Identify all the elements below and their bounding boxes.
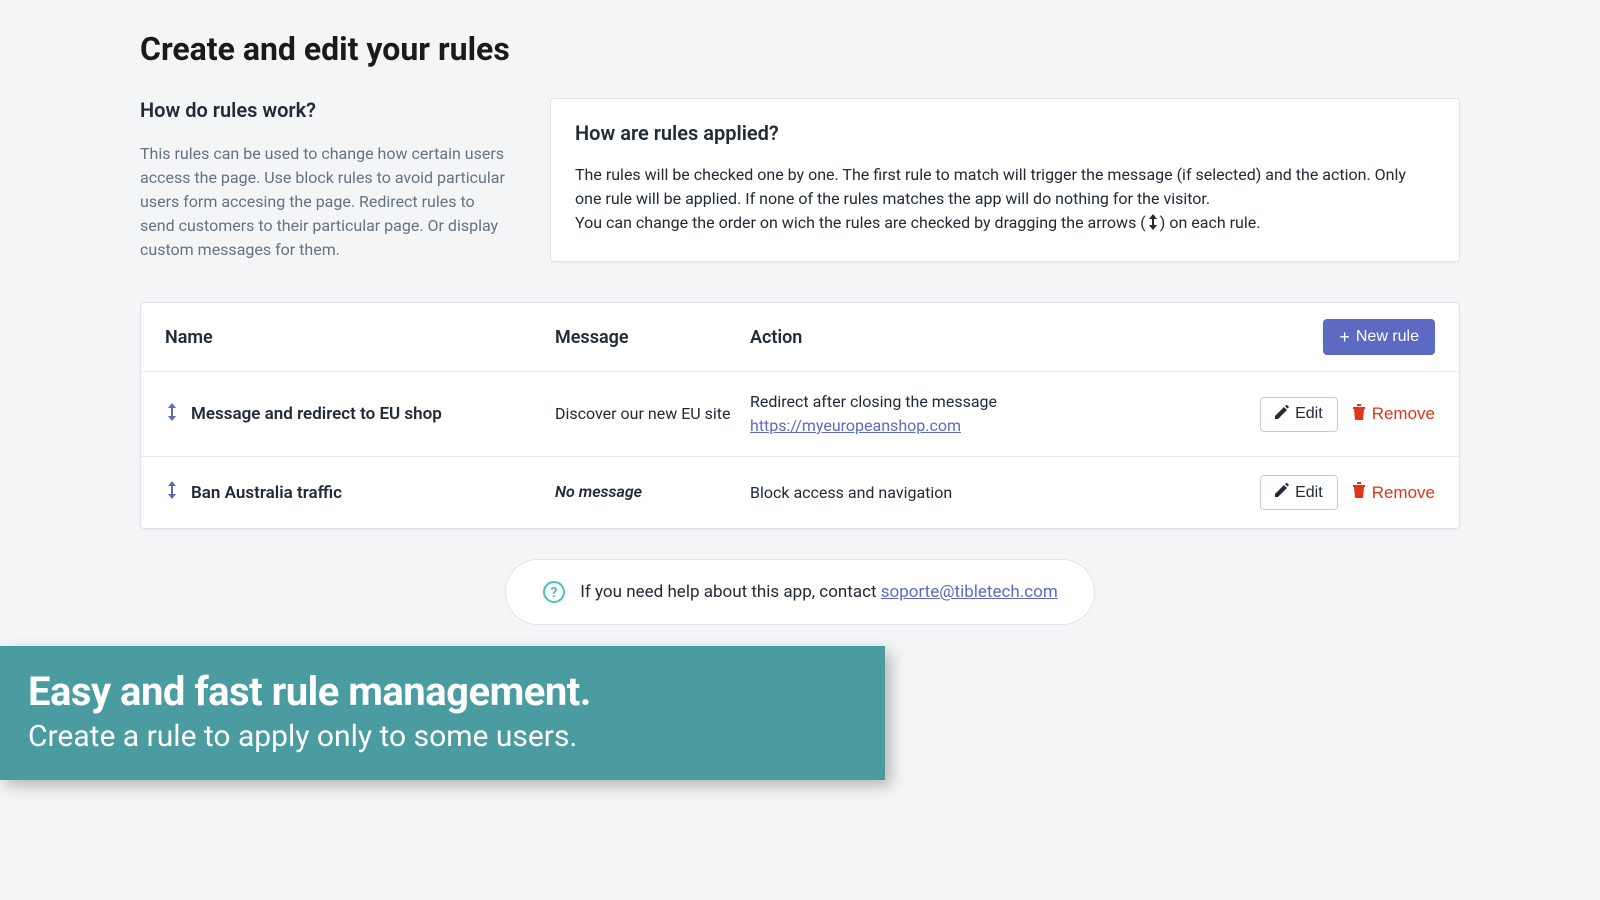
- plus-icon: +: [1339, 328, 1350, 346]
- remove-button[interactable]: Remove: [1352, 482, 1435, 503]
- col-header-name: Name: [165, 327, 555, 348]
- rule-message: Discover our new EU site: [555, 403, 750, 425]
- help-question-icon: ?: [542, 580, 566, 604]
- trash-icon: [1352, 482, 1366, 503]
- rules-table: Name Message Action + New rule Message a…: [140, 302, 1460, 529]
- rule-action: Block access and navigation: [750, 481, 1260, 505]
- table-header-row: Name Message Action + New rule: [141, 303, 1459, 372]
- banner-title: Easy and fast rule management.: [28, 668, 857, 715]
- col-header-message: Message: [555, 327, 750, 348]
- rule-action: Redirect after closing the message https…: [750, 390, 1260, 438]
- help-pill: ? If you need help about this app, conta…: [505, 559, 1094, 625]
- trash-icon: [1352, 404, 1366, 425]
- help-text: If you need help about this app, contact: [580, 582, 881, 602]
- info-left-body: This rules can be used to change how cer…: [140, 142, 510, 262]
- rule-message: No message: [555, 481, 750, 503]
- banner-subtitle: Create a rule to apply only to some user…: [28, 719, 857, 754]
- info-card-body1: The rules will be checked one by one. Th…: [575, 163, 1435, 211]
- info-card: How are rules applied? The rules will be…: [550, 98, 1460, 262]
- edit-button[interactable]: Edit: [1260, 397, 1338, 432]
- svg-text:?: ?: [551, 585, 558, 601]
- rule-name: Message and redirect to EU shop: [191, 404, 442, 424]
- pencil-icon: [1275, 483, 1289, 502]
- table-row: Ban Australia traffic No message Block a…: [141, 457, 1459, 528]
- page-title: Create and edit your rules: [140, 30, 1460, 68]
- col-header-action: Action: [750, 327, 1323, 348]
- info-left-heading: How do rules work?: [140, 98, 510, 122]
- pencil-icon: [1275, 405, 1289, 424]
- table-row: Message and redirect to EU shop Discover…: [141, 372, 1459, 457]
- drag-handle-icon[interactable]: [165, 403, 179, 426]
- info-left-panel: How do rules work? This rules can be use…: [140, 98, 510, 262]
- sort-arrows-icon: [1146, 213, 1160, 237]
- rule-action-link[interactable]: https://myeuropeanshop.com: [750, 416, 961, 435]
- drag-handle-icon[interactable]: [165, 481, 179, 504]
- info-card-body2: You can change the order on wich the rul…: [575, 211, 1435, 237]
- remove-button[interactable]: Remove: [1352, 404, 1435, 425]
- promo-banner: Easy and fast rule management. Create a …: [0, 646, 885, 780]
- rule-name: Ban Australia traffic: [191, 483, 342, 503]
- help-email-link[interactable]: soporte@tibletech.com: [881, 582, 1058, 602]
- edit-button[interactable]: Edit: [1260, 475, 1338, 510]
- info-card-heading: How are rules applied?: [575, 121, 1435, 145]
- new-rule-button[interactable]: + New rule: [1323, 319, 1435, 355]
